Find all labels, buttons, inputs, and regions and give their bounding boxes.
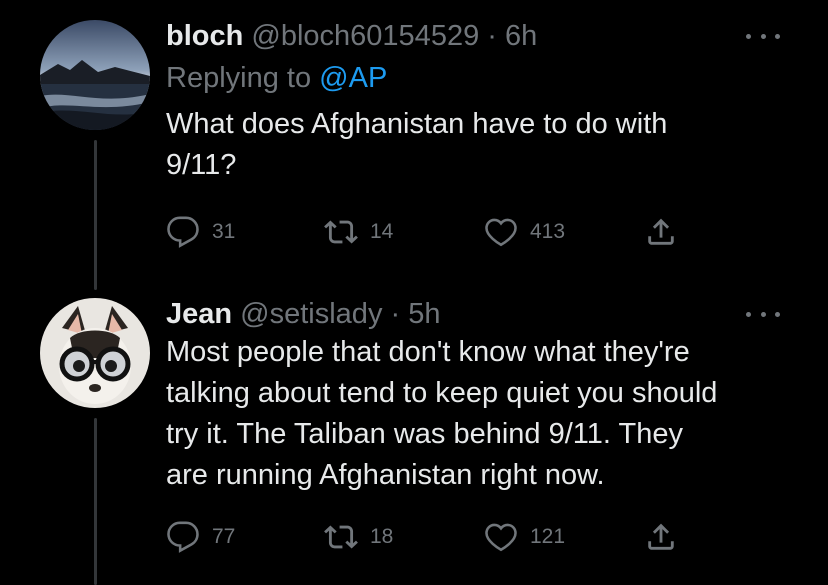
tweet-text-line: 9/11? — [166, 149, 237, 181]
tweet-jean[interactable]: Jean @setislady · 5h Most people that do… — [166, 296, 788, 496]
retweet-count: 14 — [370, 220, 394, 243]
author-handle[interactable]: @bloch60154529 — [251, 20, 479, 52]
retweet-count: 18 — [370, 525, 394, 548]
more-icon[interactable] — [746, 306, 780, 322]
reply-icon — [167, 216, 199, 248]
author-name[interactable]: bloch — [166, 20, 243, 52]
share-button[interactable] — [644, 517, 690, 557]
like-count: 121 — [530, 525, 566, 548]
tweet-header: bloch @bloch60154529 · 6h — [166, 18, 788, 54]
like-button[interactable]: 121 — [484, 517, 565, 557]
timestamp[interactable]: 5h — [408, 298, 440, 330]
thread-line-lower — [94, 418, 97, 585]
reply-icon — [167, 521, 199, 553]
heart-icon — [485, 523, 517, 552]
tweet-text: What does Afghanistan have to do with 9/… — [166, 104, 788, 186]
separator-dot: · — [390, 298, 401, 330]
chihuahua-with-glasses-avatar-icon — [40, 298, 150, 408]
replying-to-mention[interactable]: @AP — [319, 62, 387, 94]
replying-to-label: Replying to — [166, 62, 320, 94]
tweet-text-line: What does Afghanistan have to do with — [166, 108, 668, 140]
tweet-actions: 31 14 413 — [166, 212, 686, 252]
reply-button[interactable]: 31 — [166, 212, 235, 252]
retweet-button[interactable]: 18 — [324, 517, 393, 557]
retweet-icon — [324, 220, 358, 244]
replying-to: Replying to @AP — [166, 60, 788, 96]
retweet-button[interactable]: 14 — [324, 212, 393, 252]
reply-button[interactable]: 77 — [166, 517, 235, 557]
like-count: 413 — [530, 220, 566, 243]
heart-icon — [485, 218, 517, 247]
tweet-text-line: Most people that don't know what they're — [166, 336, 690, 368]
more-icon[interactable] — [746, 28, 780, 44]
tweet-header: Jean @setislady · 5h — [166, 296, 788, 332]
tweet-bloch[interactable]: bloch @bloch60154529 · 6h Replying to @A… — [166, 18, 788, 186]
reply-count: 31 — [212, 220, 236, 243]
timestamp[interactable]: 6h — [505, 20, 537, 52]
avatar-jean[interactable] — [40, 298, 150, 408]
share-icon — [648, 523, 674, 550]
author-handle[interactable]: @setislady — [240, 298, 382, 330]
tweet-text-line: talking about tend to keep quiet you sho… — [166, 377, 718, 409]
like-button[interactable]: 413 — [484, 212, 565, 252]
retweet-icon — [324, 525, 358, 549]
tweet-text: Most people that don't know what they're… — [166, 332, 788, 496]
avatar-bloch[interactable] — [40, 20, 150, 130]
landscape-sunset-avatar-icon — [40, 20, 150, 130]
tweet-text-line: are running Afghanistan right now. — [166, 459, 605, 491]
share-icon — [648, 218, 674, 245]
thread-line-upper — [94, 140, 97, 290]
tweet-text-line: try it. The Taliban was behind 9/11. The… — [166, 418, 683, 450]
author-name[interactable]: Jean — [166, 298, 232, 330]
reply-count: 77 — [212, 525, 236, 548]
separator-dot: · — [487, 20, 497, 52]
share-button[interactable] — [644, 212, 690, 252]
tweet-actions: 77 18 121 — [166, 517, 686, 557]
